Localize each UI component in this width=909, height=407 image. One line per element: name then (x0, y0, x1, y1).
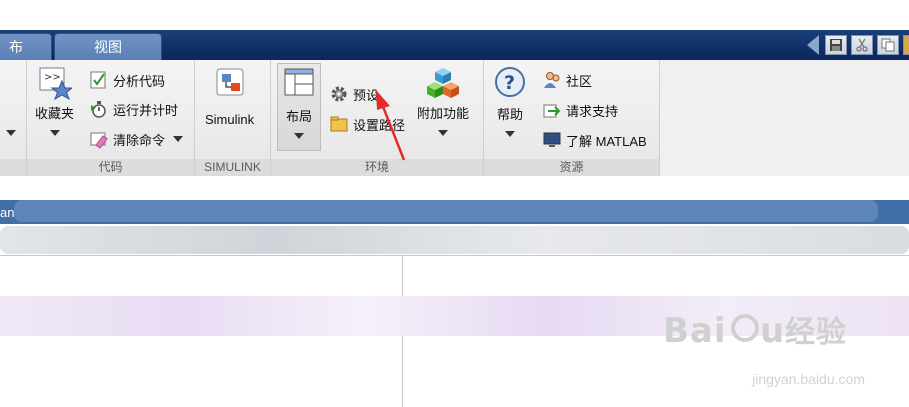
community-button[interactable]: 社区 (542, 70, 592, 90)
preferences-button[interactable]: 预设 (329, 84, 379, 104)
ribbon-empty-area (660, 60, 909, 176)
addons-cubes-icon (427, 68, 459, 98)
collapse-arrow-icon[interactable] (807, 35, 819, 55)
chevron-down-icon (294, 133, 304, 139)
tab-publish[interactable]: 布 (0, 33, 52, 60)
folder-icon (330, 116, 348, 132)
svg-text:u: u (760, 311, 785, 351)
favorites-button[interactable]: >> 收藏夹 (35, 66, 74, 136)
chevron-down-icon (505, 131, 515, 137)
monitor-icon (543, 132, 561, 147)
paste-icon[interactable] (903, 35, 909, 55)
clipped-group (0, 60, 27, 176)
chevron-down-icon (438, 130, 448, 136)
help-icon: ? (495, 67, 525, 97)
run-and-time-button[interactable]: 运行并计时 (89, 99, 178, 119)
help-button[interactable]: ? 帮助 (494, 66, 526, 137)
tab-bar: 布 视图 (0, 30, 909, 60)
chevron-down-icon[interactable] (173, 136, 184, 142)
svg-text:?: ? (504, 72, 515, 94)
chevron-down-icon (49, 130, 60, 136)
code-group: >> 收藏夹 分析代码 运行并计时 清除命令 代码 (27, 60, 195, 176)
blurred-address-field[interactable] (0, 226, 909, 254)
favorites-icon: >> (39, 67, 72, 100)
community-icon (544, 72, 560, 88)
analyze-code-icon (90, 71, 106, 89)
chevron-down-icon[interactable] (6, 130, 16, 136)
svg-text:经验: 经验 (785, 315, 847, 350)
cut-icon[interactable] (851, 35, 873, 55)
blurred-path-region (14, 200, 878, 222)
path-fragment: an (0, 205, 15, 220)
blank-toolbar-area (0, 176, 909, 200)
svg-text:>>: >> (44, 72, 61, 83)
simulink-group-label: SIMULINK (195, 159, 270, 176)
tab-view[interactable]: 视图 (54, 33, 162, 60)
resources-group: ? 帮助 社区 请求支持 了解 MATLAB 资源 (484, 60, 660, 176)
stopwatch-icon (91, 101, 106, 118)
resources-group-label: 资源 (484, 159, 659, 176)
clear-commands-button[interactable]: 清除命令 (89, 129, 184, 149)
simulink-group: Simulink SIMULINK (195, 60, 271, 176)
set-path-button[interactable]: 设置路径 (329, 114, 405, 134)
environment-group: 布局 预设 设置路径 附加功能 环境 (271, 60, 484, 176)
copy-icon[interactable] (877, 35, 899, 55)
panel-divider (0, 255, 909, 256)
ribbon: >> 收藏夹 分析代码 运行并计时 清除命令 代码 Simulink SIMUL… (0, 60, 660, 177)
eraser-icon (90, 132, 108, 149)
addons-button[interactable]: 附加功能 (417, 66, 469, 136)
support-arrow-icon (543, 104, 561, 118)
save-icon[interactable] (825, 35, 847, 55)
environment-group-label: 环境 (271, 159, 483, 176)
code-group-label: 代码 (27, 159, 194, 176)
simulink-button[interactable]: Simulink (205, 66, 254, 127)
watermark-url: jingyan.baidu.com (752, 371, 865, 387)
top-blank-strip (0, 0, 909, 30)
svg-text:Bai: Bai (663, 311, 727, 351)
simulink-icon (216, 68, 244, 96)
baidu-watermark-logo: Bai u 经验 (663, 308, 863, 361)
analyze-code-button[interactable]: 分析代码 (89, 70, 165, 90)
layout-button[interactable]: 布局 (277, 63, 321, 151)
layout-icon (284, 68, 314, 96)
learn-matlab-button[interactable]: 了解 MATLAB (542, 130, 647, 150)
quick-access-toolbar (807, 35, 909, 55)
request-support-button[interactable]: 请求支持 (542, 100, 618, 120)
gear-icon (331, 86, 347, 102)
